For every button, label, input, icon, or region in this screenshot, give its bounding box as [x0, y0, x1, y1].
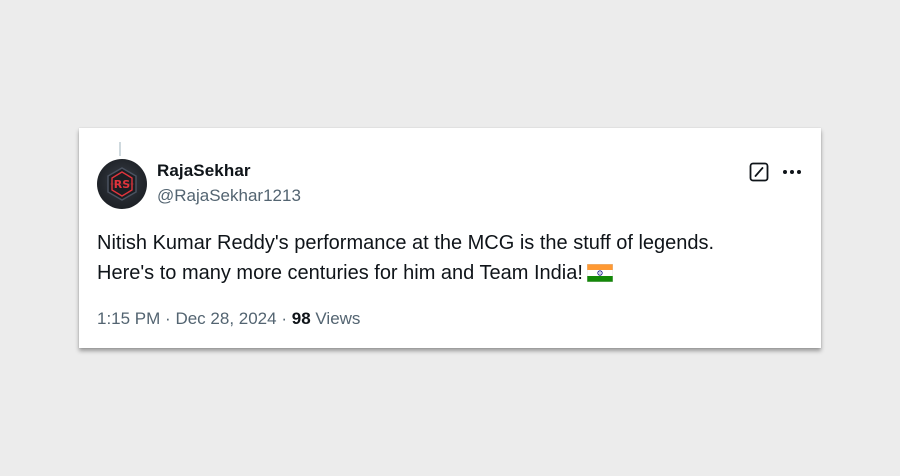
avatar[interactable]: RS	[97, 159, 147, 209]
tweet-time[interactable]: 1:15 PM	[97, 309, 160, 328]
tweet-date[interactable]: Dec 28, 2024	[175, 309, 276, 328]
tweet-body: Nitish Kumar Reddy's performance at the …	[97, 232, 715, 284]
india-flag-icon	[586, 261, 614, 283]
more-icon[interactable]	[781, 162, 803, 182]
views-count: 98	[291, 309, 311, 328]
meta-separator: ·	[281, 309, 287, 328]
author-name[interactable]: RajaSekhar	[157, 161, 251, 181]
tweet-meta: 1:15 PM · Dec 28, 2024 · 98 Views	[97, 309, 360, 329]
thread-line	[119, 142, 121, 156]
avatar-monogram: RS	[114, 178, 130, 191]
meta-separator: ·	[165, 309, 171, 328]
tweet-card[interactable]: RS RajaSekhar @RajaSekhar1213 Nitish Kum…	[79, 128, 821, 348]
views-label: Views	[315, 309, 361, 328]
tweet-text: Nitish Kumar Reddy's performance at the …	[97, 228, 797, 288]
avatar-logo-icon: RS	[107, 167, 137, 201]
author-handle[interactable]: @RajaSekhar1213	[157, 186, 301, 206]
edit-icon[interactable]	[749, 162, 769, 182]
